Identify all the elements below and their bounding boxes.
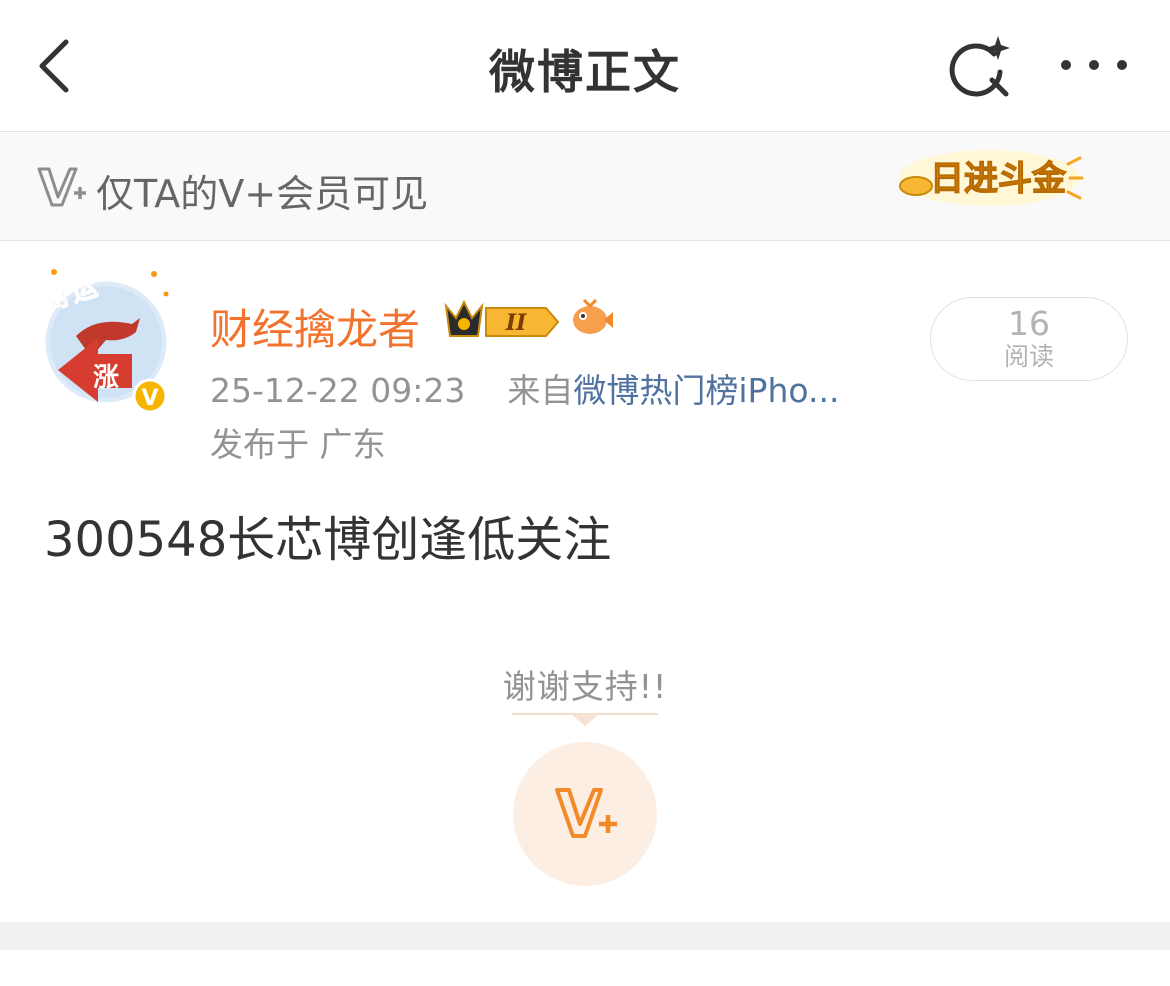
thanks-text: 谢谢支持!!: [502, 667, 668, 706]
sparkle-search-icon: [949, 36, 1010, 97]
crown-badge-icon: II: [444, 299, 560, 337]
v-plus-reward-button[interactable]: [513, 742, 657, 886]
top-nav-bar: 微博正文: [0, 0, 1170, 132]
avatar[interactable]: 涨 好运 V: [36, 262, 176, 414]
avatar-text-bottom: 涨: [93, 363, 119, 393]
post-source-link[interactable]: 微博热门榜iPho...: [573, 371, 839, 410]
from-label: 来自: [507, 371, 574, 410]
read-label: 阅读: [1003, 342, 1054, 371]
read-count-pill: 16 阅读: [930, 297, 1128, 381]
post-location: 发布于 广东: [210, 425, 386, 464]
fortune-sticker: 日进斗金: [899, 150, 1084, 206]
more-dots-icon: [1061, 60, 1127, 70]
v-plus-icon: [555, 788, 617, 838]
sticker-text: 日进斗金: [930, 159, 1067, 199]
post-body-text: 300548长芯博创逢低关注: [44, 512, 612, 568]
next-section: [0, 950, 1170, 986]
members-only-text: 仅TA的V+会员可见: [96, 172, 429, 216]
verified-badge: V: [141, 386, 158, 411]
section-separator: [0, 922, 1170, 950]
search-button[interactable]: [944, 32, 1016, 100]
pointer-divider: [512, 713, 658, 726]
fish-badge-icon: [573, 298, 613, 334]
read-count: 16: [1008, 304, 1050, 343]
more-button[interactable]: [1056, 40, 1132, 90]
avatar-image: 涨 好运 V: [41, 269, 170, 414]
post-time: 25-12-22 09:23: [210, 371, 466, 410]
crown-badge-text: II: [505, 310, 527, 336]
post-meta: 25-12-22 09:23 来自微博热门榜iPho...: [210, 364, 839, 412]
v-plus-icon: [37, 167, 86, 207]
author-name[interactable]: 财经擒龙者: [210, 296, 420, 357]
